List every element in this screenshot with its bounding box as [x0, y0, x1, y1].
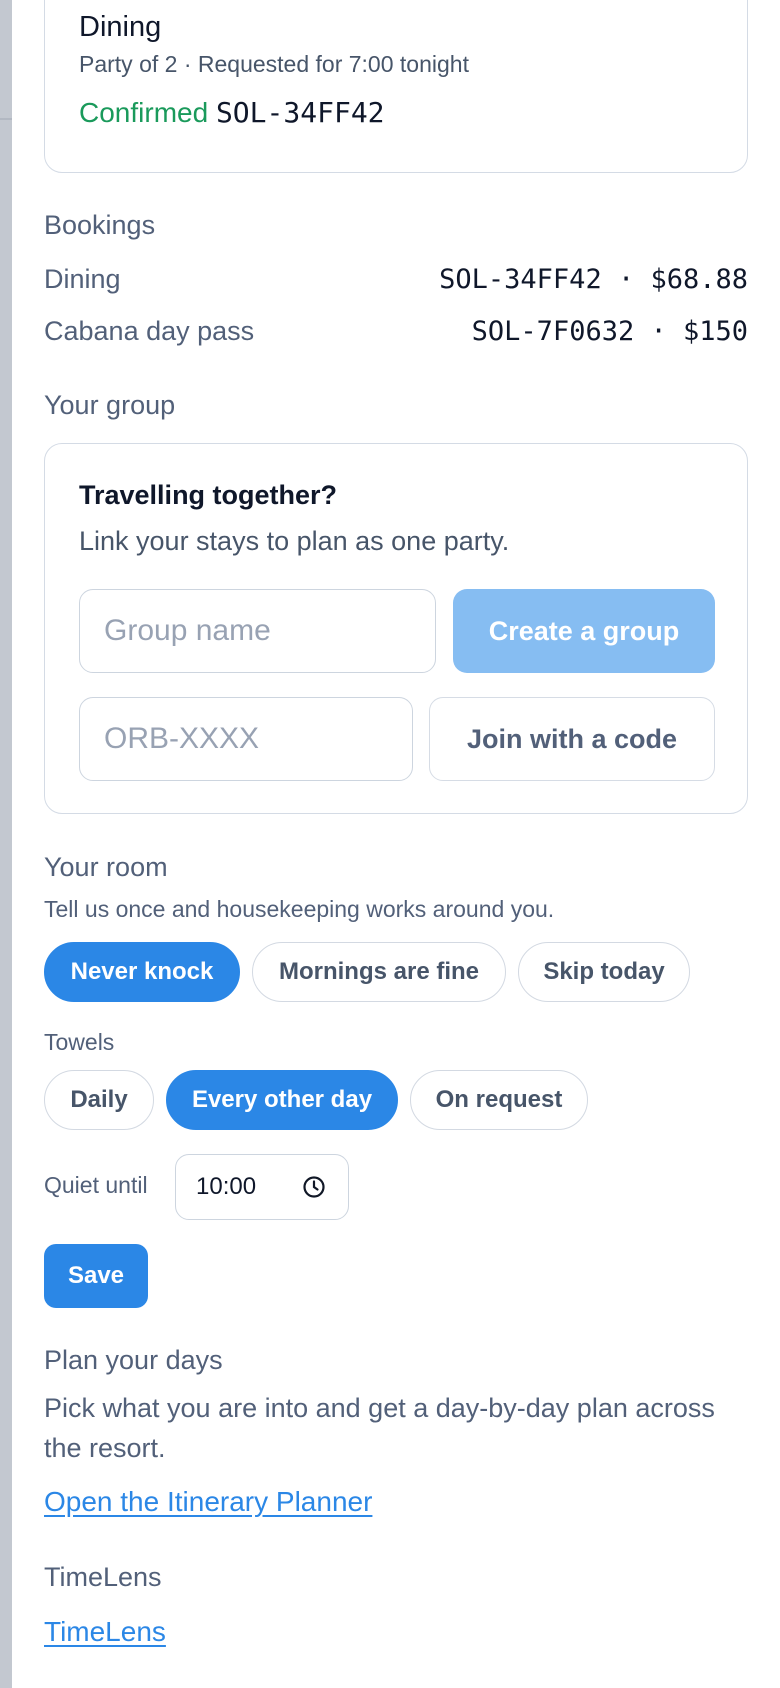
group-card-subtitle: Link your stays to plan as one party. — [79, 526, 510, 556]
group-card-title: Travelling together? — [79, 480, 338, 510]
clock-icon[interactable] — [302, 1175, 326, 1199]
booking-row: Dining SOL-34FF42 · $68.88 — [44, 264, 748, 295]
booking-value: SOL-34FF42 · $68.88 — [439, 264, 748, 295]
group-card: Travelling together? Link your stays to … — [44, 443, 748, 814]
dining-card-title: Dining — [79, 11, 162, 43]
towels-label: Towels — [44, 1029, 115, 1055]
booking-label: Dining — [44, 264, 121, 294]
create-group-button[interactable]: Create a group — [453, 589, 715, 673]
bookings-heading: Bookings — [44, 210, 156, 240]
dining-card-status: Confirmed SOL-34FF42 — [79, 96, 385, 129]
dining-card-subtitle: Party of 2 · Requested for 7:00 tonight — [79, 51, 469, 77]
towel-option-every-other-day[interactable]: Every other day — [166, 1070, 398, 1130]
towel-option-on-request[interactable]: On request — [410, 1070, 588, 1130]
timelens-link[interactable]: TimeLens — [44, 1616, 166, 1648]
room-heading: Your room — [44, 852, 168, 882]
itinerary-planner-link[interactable]: Open the Itinerary Planner — [44, 1486, 372, 1518]
save-button[interactable]: Save — [44, 1244, 148, 1308]
room-subtitle: Tell us once and housekeeping works arou… — [44, 896, 555, 922]
booking-label: Cabana day pass — [44, 316, 255, 346]
join-with-code-button[interactable]: Join with a code — [429, 697, 715, 781]
group-code-input[interactable] — [79, 697, 413, 781]
rail-divider — [0, 118, 12, 120]
timelens-heading: TimeLens — [44, 1562, 162, 1592]
quiet-until-value: 10:00 — [196, 1173, 257, 1200]
booking-value: SOL-7F0632 · $150 — [471, 316, 748, 347]
group-name-input[interactable] — [79, 589, 436, 673]
confirmation-code: SOL-34FF42 — [215, 96, 385, 129]
confirmed-status: Confirmed — [79, 97, 209, 128]
knock-option-mornings-fine[interactable]: Mornings are fine — [252, 942, 506, 1002]
quiet-until-label: Quiet until — [44, 1172, 148, 1198]
quiet-until-time-input[interactable]: 10:00 — [175, 1154, 349, 1220]
group-heading: Your group — [44, 390, 176, 420]
towel-option-daily[interactable]: Daily — [44, 1070, 154, 1130]
dining-card: Dining Party of 2 · Requested for 7:00 t… — [44, 0, 748, 173]
side-rail — [0, 0, 12, 1688]
plan-description: Pick what you are into and get a day-by-… — [44, 1393, 715, 1463]
knock-option-never-knock[interactable]: Never knock — [44, 942, 240, 1002]
booking-row: Cabana day pass SOL-7F0632 · $150 — [44, 316, 748, 347]
knock-option-skip-today[interactable]: Skip today — [518, 942, 690, 1002]
plan-heading: Plan your days — [44, 1345, 223, 1375]
